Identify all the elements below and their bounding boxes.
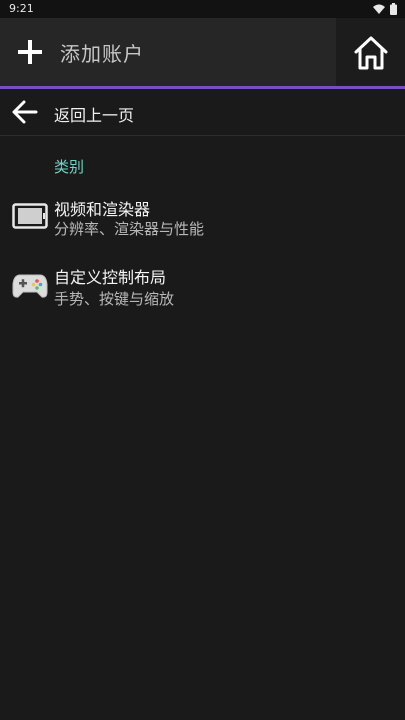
category-header: 类别 (54, 158, 85, 176)
status-time: 9:21 (9, 2, 34, 15)
plus-icon (18, 40, 42, 64)
gamepad-icon (12, 268, 48, 304)
app-bar: 添加账户 (0, 18, 405, 87)
add-account-button[interactable] (14, 36, 46, 68)
back-label: 返回上一页 (54, 106, 135, 125)
status-bar: 9:21 (0, 0, 405, 18)
wifi-icon (373, 4, 385, 14)
add-account-label[interactable]: 添加账户 (60, 38, 144, 67)
back-row[interactable]: 返回上一页 (0, 89, 405, 136)
back-arrow-icon (12, 100, 38, 124)
home-button[interactable] (336, 18, 405, 87)
status-icons (373, 3, 397, 15)
battery-icon (390, 3, 397, 15)
screen: 9:21 添加账户 返回上一页 类别 视频和渲染器 分辨率、渲染器与性能 自定义… (0, 0, 405, 720)
settings-item-video[interactable]: 视频和渲染器 分辨率、渲染器与性能 (0, 192, 405, 254)
settings-item-title: 自定义控制布局 (54, 268, 167, 287)
settings-item-controls[interactable]: 自定义控制布局 手势、按键与缩放 (0, 262, 405, 324)
home-icon (354, 36, 387, 69)
settings-item-subtitle: 手势、按键与缩放 (54, 290, 175, 308)
settings-item-title: 视频和渲染器 (54, 200, 151, 219)
display-icon (12, 198, 48, 234)
settings-item-subtitle: 分辨率、渲染器与性能 (54, 220, 205, 238)
